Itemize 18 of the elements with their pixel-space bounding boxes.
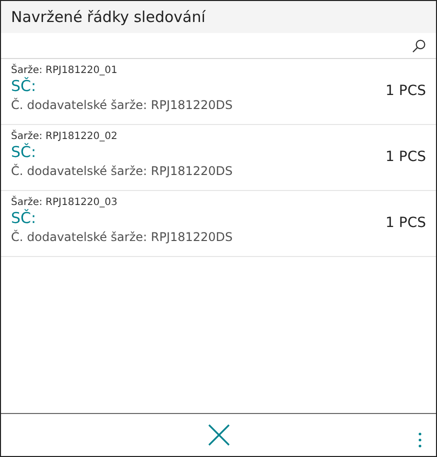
close-button[interactable]	[208, 424, 230, 446]
lot-label: Šarže: RPJ181220_01	[11, 64, 118, 77]
search-icon[interactable]	[412, 38, 426, 52]
lot-label: Šarže: RPJ181220_02	[11, 130, 118, 143]
list-item[interactable]: Šarže: RPJ181220_02 SČ: Č. dodavatelské šarže: RPJ181220DS 1 PCS	[1, 125, 436, 191]
list-item[interactable]: Šarže: RPJ181220_03 SČ: Č. dodavatelské šarže: RPJ181220DS 1 PCS	[1, 191, 436, 257]
vendor-lot-label: Č. dodavatelské šarže: RPJ181220DS	[11, 96, 233, 114]
quantity-label: 1 PCS	[386, 214, 426, 233]
quantity-label: 1 PCS	[386, 148, 426, 167]
serial-label: SČ:	[11, 143, 38, 162]
vendor-lot-label: Č. dodavatelské šarže: RPJ181220DS	[11, 162, 233, 180]
page-title: Navržené řádky sledování	[11, 6, 206, 28]
list-item[interactable]: Šarže: RPJ181220_01 SČ: Č. dodavatelské šarže: RPJ181220DS 1 PCS	[1, 59, 436, 125]
serial-label: SČ:	[11, 209, 38, 228]
vendor-lot-label: Č. dodavatelské šarže: RPJ181220DS	[11, 228, 233, 246]
lot-label: Šarže: RPJ181220_03	[11, 196, 118, 209]
quantity-label: 1 PCS	[386, 82, 426, 101]
serial-label: SČ:	[11, 77, 38, 96]
